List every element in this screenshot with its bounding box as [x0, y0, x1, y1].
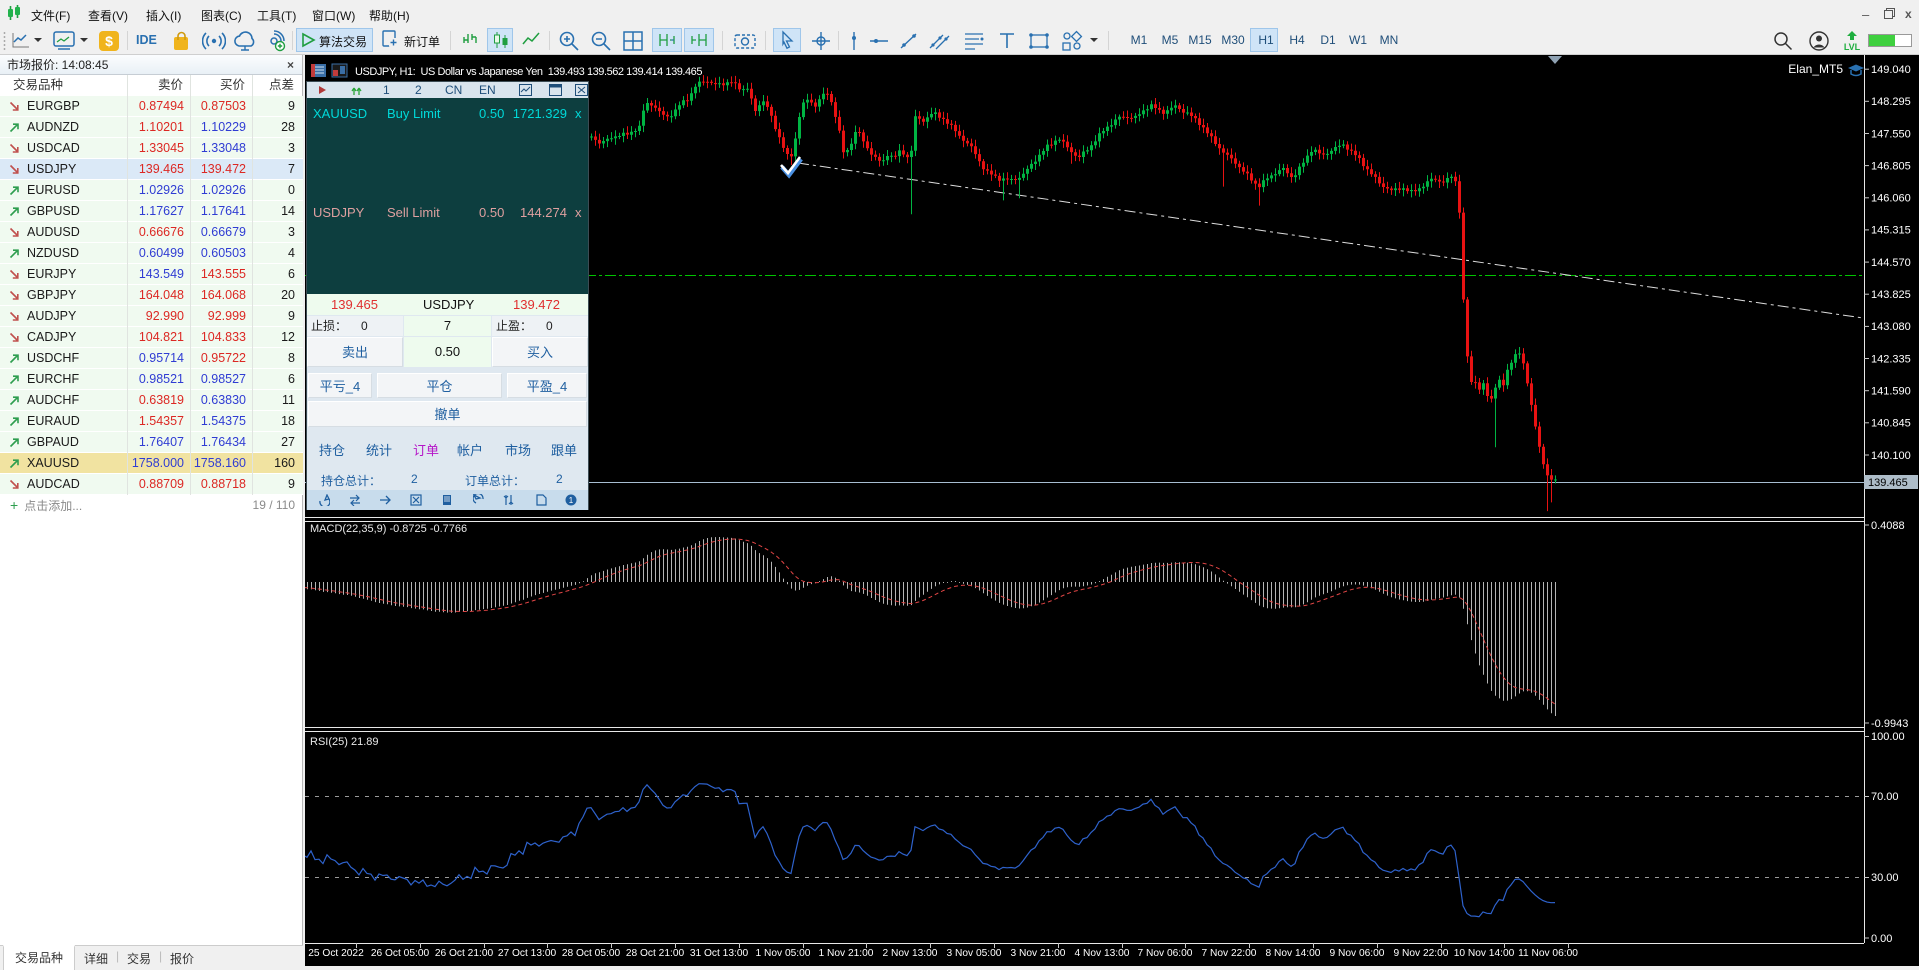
svg-text:31 Oct 13:00: 31 Oct 13:00	[690, 948, 749, 959]
svg-text:146.805: 146.805	[1871, 160, 1911, 172]
svg-text:148.295: 148.295	[1871, 96, 1911, 108]
svg-text:9 Nov 06:00: 9 Nov 06:00	[1330, 948, 1385, 959]
svg-text:Elan_MT5: Elan_MT5	[1788, 62, 1843, 76]
svg-text:RSI(25) 21.89: RSI(25) 21.89	[310, 736, 378, 748]
svg-text:141.590: 141.590	[1871, 386, 1911, 398]
svg-text:149.040: 149.040	[1871, 64, 1911, 76]
svg-text:0.00: 0.00	[1871, 933, 1892, 945]
svg-text:4 Nov 13:00: 4 Nov 13:00	[1075, 948, 1130, 959]
svg-text:1 Nov 21:00: 1 Nov 21:00	[819, 948, 874, 959]
svg-text:147.550: 147.550	[1871, 128, 1911, 140]
svg-text:140.845: 140.845	[1871, 418, 1911, 430]
svg-text:145.315: 145.315	[1871, 225, 1911, 237]
svg-text:70.00: 70.00	[1871, 791, 1899, 803]
svg-text:$: $	[105, 33, 113, 49]
svg-text:25 Oct 2022: 25 Oct 2022	[308, 948, 364, 959]
svg-text:8 Nov 14:00: 8 Nov 14:00	[1266, 948, 1321, 959]
svg-text:-0.9943: -0.9943	[1871, 718, 1908, 730]
svg-text:146.060: 146.060	[1871, 193, 1911, 205]
svg-text:0.4088: 0.4088	[1871, 520, 1905, 532]
svg-text:27 Oct 13:00: 27 Oct 13:00	[498, 948, 557, 959]
svg-text:142.335: 142.335	[1871, 353, 1911, 365]
svg-text:2 Nov 13:00: 2 Nov 13:00	[883, 948, 938, 959]
svg-text:143.080: 143.080	[1871, 321, 1911, 333]
svg-text:11 Nov 06:00: 11 Nov 06:00	[1518, 948, 1578, 959]
svg-text:9 Nov 22:00: 9 Nov 22:00	[1394, 948, 1449, 959]
svg-text:7 Nov 06:00: 7 Nov 06:00	[1138, 948, 1193, 959]
svg-text:USDJPY, H1: US Dollar vs Japa: USDJPY, H1: US Dollar vs Japanese Yen 13…	[355, 66, 702, 78]
svg-text:MACD(22,35,9) -0.8725 -0.7766: MACD(22,35,9) -0.8725 -0.7766	[310, 523, 467, 535]
svg-text:28 Oct 05:00: 28 Oct 05:00	[562, 948, 621, 959]
svg-text:1: 1	[569, 496, 574, 505]
svg-text:30.00: 30.00	[1871, 872, 1899, 884]
svg-text:3 Nov 05:00: 3 Nov 05:00	[947, 948, 1002, 959]
svg-text:3 Nov 21:00: 3 Nov 21:00	[1011, 948, 1066, 959]
svg-text:139.465: 139.465	[1868, 477, 1908, 489]
svg-text:140.100: 140.100	[1871, 450, 1911, 462]
svg-text:143.825: 143.825	[1871, 289, 1911, 301]
svg-text:10 Nov 14:00: 10 Nov 14:00	[1454, 948, 1515, 959]
svg-text:LVL: LVL	[1844, 42, 1861, 52]
svg-text:144.570: 144.570	[1871, 257, 1911, 269]
svg-text:28 Oct 21:00: 28 Oct 21:00	[626, 948, 685, 959]
svg-text:26 Oct 21:00: 26 Oct 21:00	[435, 948, 494, 959]
svg-text:1 Nov 05:00: 1 Nov 05:00	[756, 948, 811, 959]
svg-text:26 Oct 05:00: 26 Oct 05:00	[371, 948, 430, 959]
svg-text:100.00: 100.00	[1871, 731, 1905, 743]
svg-text:7 Nov 22:00: 7 Nov 22:00	[1202, 948, 1257, 959]
